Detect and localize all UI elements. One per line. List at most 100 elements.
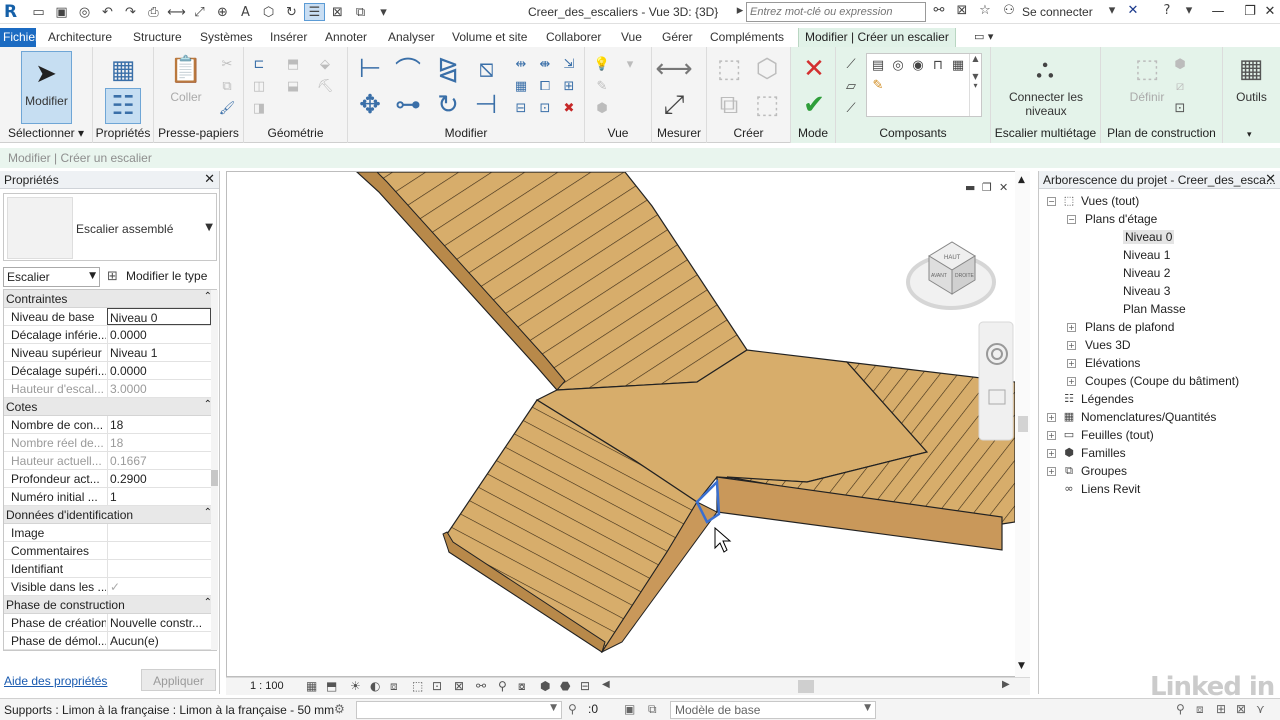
- panel-select-label[interactable]: Sélectionner ▾: [0, 126, 92, 140]
- design-option-select[interactable]: Modèle de base ▼: [670, 701, 876, 719]
- exchange-apps-icon[interactable]: ✕: [1124, 3, 1142, 21]
- view-scale[interactable]: 1 : 100: [250, 680, 284, 692]
- create-assembly-icon[interactable]: ⬚: [711, 51, 747, 87]
- tag-icon[interactable]: ⊕: [212, 3, 233, 21]
- tree-item[interactable]: Niveau 1: [1123, 248, 1170, 262]
- help-dropdown-icon[interactable]: ▾: [1180, 3, 1198, 21]
- measure-icon[interactable]: ⟷: [166, 3, 187, 21]
- tree-toggle[interactable]: −: [1067, 215, 1076, 224]
- align-icon[interactable]: ⊢: [352, 51, 388, 87]
- viewcube-top-label[interactable]: HAUT: [944, 255, 961, 261]
- tree-toggle[interactable]: +: [1067, 359, 1076, 368]
- visible-checkbox[interactable]: ✓: [107, 578, 211, 595]
- tree-toggle[interactable]: +: [1067, 377, 1076, 386]
- viewer-icon[interactable]: ⊡: [1171, 99, 1189, 117]
- view-restore-icon[interactable]: ❐: [982, 181, 992, 194]
- thin-lines-icon[interactable]: ☰: [304, 3, 325, 21]
- properties-scrollbar[interactable]: [211, 290, 218, 650]
- highlight-icon[interactable]: ⬢: [540, 679, 550, 693]
- tree-toggle[interactable]: −: [1047, 197, 1056, 206]
- favorites-star-icon[interactable]: ☆: [976, 3, 994, 21]
- table-row[interactable]: Numéro initial ... 1: [4, 488, 218, 506]
- override-icon[interactable]: ▾: [621, 55, 639, 73]
- mirror-axis-icon[interactable]: ⧎: [430, 51, 466, 87]
- table-row[interactable]: Décalage supéri... 0.0000: [4, 362, 218, 380]
- view-vertical-scrollbar[interactable]: ▲ ▼: [1015, 171, 1030, 677]
- tree-item[interactable]: Feuilles (tout): [1081, 428, 1154, 442]
- analysis-icon[interactable]: ⧇: [518, 679, 526, 694]
- trim-single-icon[interactable]: ⊡: [536, 99, 554, 117]
- communication-icon[interactable]: ⊠: [953, 3, 971, 21]
- cut-geometry-icon[interactable]: ◫: [250, 77, 268, 95]
- tree-toggle[interactable]: +: [1047, 449, 1056, 458]
- support-icon[interactable]: ⟋: [842, 99, 860, 117]
- close-hidden-icon[interactable]: ⊠: [327, 3, 348, 21]
- search-input[interactable]: [746, 2, 926, 22]
- split-icon[interactable]: ⇹: [512, 55, 530, 73]
- measure-between-icon[interactable]: ⟷: [655, 51, 692, 87]
- scroll-down-icon[interactable]: ▼: [1018, 661, 1025, 671]
- tree-item[interactable]: Plans de plafond: [1085, 320, 1174, 334]
- save-icon[interactable]: ▣: [51, 3, 72, 21]
- scrollbar-thumb[interactable]: [798, 680, 814, 693]
- properties-help-link[interactable]: Aide des propriétés: [4, 674, 107, 688]
- render-icon[interactable]: ⧈: [390, 679, 398, 694]
- group-phasing[interactable]: Phase de construction ⌃: [4, 596, 218, 614]
- section-icon[interactable]: ↻: [281, 3, 302, 21]
- dimension-aligned-icon[interactable]: ⤢: [656, 87, 692, 123]
- temp-hide-icon[interactable]: ⚯: [476, 679, 486, 693]
- minimize-icon[interactable]: —: [1200, 0, 1236, 24]
- chevron-down-icon[interactable]: ▼: [205, 222, 213, 233]
- signin-button[interactable]: Se connecter: [1022, 5, 1093, 19]
- scroll-right-icon[interactable]: ▶: [1002, 679, 1010, 690]
- tree-toggle[interactable]: +: [1047, 431, 1056, 440]
- print-icon[interactable]: ⎙: [143, 3, 164, 21]
- tab-modify-create-stair[interactable]: Modifier | Créer un escalier: [798, 28, 956, 47]
- editing-requests-icon[interactable]: ▣: [624, 702, 635, 716]
- tree-toggle[interactable]: +: [1067, 323, 1076, 332]
- open-icon[interactable]: ▭: [28, 3, 49, 21]
- create-group-icon[interactable]: ⧉: [711, 87, 747, 123]
- table-row[interactable]: Nombre de con... 18: [4, 416, 218, 434]
- viewcube-front-label[interactable]: AVANT: [931, 273, 947, 279]
- tab-massing-site[interactable]: Volume et site: [452, 30, 527, 44]
- paste-icon[interactable]: 📋: [168, 52, 204, 88]
- scroll-up-icon[interactable]: ▲: [1018, 175, 1025, 185]
- tab-manage[interactable]: Gérer: [662, 30, 693, 44]
- offset-icon[interactable]: ⌒: [390, 51, 426, 87]
- select-links-icon[interactable]: ⚲: [1176, 702, 1185, 716]
- tab-view[interactable]: Vue: [621, 30, 642, 44]
- detail-level-icon[interactable]: ▦: [306, 679, 317, 693]
- mirror-draw-icon[interactable]: ⧅: [468, 51, 504, 87]
- 3d-view-canvas[interactable]: HAUT AVANT DROITE ▬ ❐ ✕: [226, 171, 1030, 677]
- tab-annotate[interactable]: Annoter: [325, 30, 367, 44]
- close-window-icon[interactable]: ✕: [1252, 0, 1280, 24]
- group-dimensions[interactable]: Cotes ⌃: [4, 398, 218, 416]
- tools-icon[interactable]: ▦: [1233, 51, 1269, 87]
- text-icon[interactable]: A: [235, 3, 256, 21]
- table-row[interactable]: Niveau supérieur Niveau 1: [4, 344, 218, 362]
- editable-icon[interactable]: ⚲: [568, 702, 577, 716]
- viewcube-right-label[interactable]: DROITE: [955, 273, 975, 279]
- close-icon[interactable]: ✕: [1265, 172, 1276, 187]
- table-row[interactable]: Identifiant: [4, 560, 218, 578]
- design-options-icon[interactable]: ⧉: [648, 702, 657, 717]
- tree-item[interactable]: Vues 3D: [1085, 338, 1131, 352]
- visual-style-icon[interactable]: ⬒: [326, 679, 337, 693]
- lock-view-icon[interactable]: ⊠: [454, 679, 464, 693]
- match-properties-icon[interactable]: 🖌: [218, 99, 236, 117]
- move-icon[interactable]: ✥: [352, 87, 388, 123]
- split-gap-icon[interactable]: ⇼: [536, 55, 554, 73]
- spiral-run-icon[interactable]: ◎: [889, 56, 907, 74]
- redo-icon[interactable]: ↷: [120, 3, 141, 21]
- modify-button[interactable]: ➤ Modifier: [21, 51, 72, 124]
- create-parts-icon[interactable]: ⬡: [749, 51, 785, 87]
- category-filter-select[interactable]: Escalier ▼: [3, 267, 100, 287]
- u-winder-icon[interactable]: ▦: [949, 56, 967, 74]
- center-spiral-icon[interactable]: ◉: [909, 56, 927, 74]
- tree-item[interactable]: Familles: [1081, 446, 1126, 460]
- copy-icon[interactable]: ⧉: [218, 77, 236, 95]
- group-identity-data[interactable]: Données d'identification ⌃: [4, 506, 218, 524]
- tree-item[interactable]: Liens Revit: [1081, 482, 1140, 496]
- filter-icon[interactable]: ⋎: [1256, 702, 1265, 716]
